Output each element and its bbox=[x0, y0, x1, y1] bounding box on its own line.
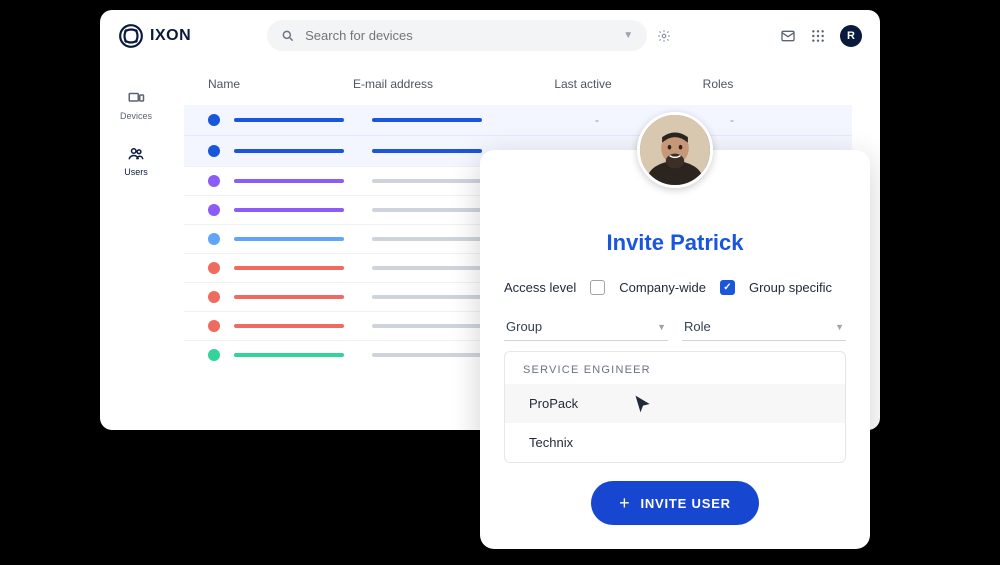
email-placeholder bbox=[372, 149, 482, 153]
email-placeholder bbox=[372, 208, 482, 212]
email-placeholder bbox=[372, 266, 482, 270]
brand-text: IXON bbox=[150, 27, 191, 45]
user-avatar[interactable]: R bbox=[840, 25, 862, 47]
email-placeholder bbox=[372, 353, 482, 357]
invite-button-label: INVITE USER bbox=[640, 496, 730, 511]
gear-icon[interactable] bbox=[657, 29, 671, 43]
name-placeholder bbox=[234, 118, 344, 122]
header-actions: R bbox=[780, 25, 862, 47]
chevron-down-icon: ▼ bbox=[657, 322, 666, 332]
header: IXON ▼ R bbox=[100, 10, 880, 61]
name-placeholder bbox=[234, 324, 344, 328]
sidebar-label: Devices bbox=[120, 111, 152, 121]
invite-button-wrap: + INVITE USER bbox=[504, 481, 846, 525]
apps-icon[interactable] bbox=[810, 28, 826, 44]
group-select-label: Group bbox=[506, 319, 542, 334]
email-placeholder bbox=[372, 324, 482, 328]
mail-icon[interactable] bbox=[780, 28, 796, 44]
status-dot bbox=[208, 233, 220, 245]
devices-icon bbox=[127, 89, 145, 107]
access-level-label: Access level bbox=[504, 280, 576, 295]
users-icon bbox=[127, 145, 145, 163]
sidebar-label: Users bbox=[124, 167, 148, 177]
search-icon bbox=[281, 29, 295, 43]
status-dot bbox=[208, 114, 220, 126]
col-email: E-mail address bbox=[353, 77, 508, 91]
search-input[interactable] bbox=[305, 28, 613, 43]
role-select[interactable]: Role ▼ bbox=[682, 313, 846, 341]
role-select-label: Role bbox=[684, 319, 711, 334]
company-wide-label: Company-wide bbox=[619, 280, 706, 295]
status-dot bbox=[208, 291, 220, 303]
name-placeholder bbox=[234, 237, 344, 241]
table-row[interactable]: -- bbox=[184, 105, 852, 135]
name-placeholder bbox=[234, 266, 344, 270]
col-roles: Roles bbox=[658, 77, 778, 91]
select-row: Group ▼ Role ▼ bbox=[504, 313, 846, 341]
dropdown-section: SERVICE ENGINEER bbox=[505, 352, 845, 384]
checkbox-company-wide[interactable] bbox=[590, 280, 605, 295]
sidebar-item-devices[interactable]: Devices bbox=[120, 89, 152, 121]
col-last-active: Last active bbox=[508, 77, 658, 91]
invitee-avatar bbox=[637, 112, 713, 188]
status-dot bbox=[208, 349, 220, 361]
email-placeholder bbox=[372, 295, 482, 299]
status-dot bbox=[208, 175, 220, 187]
email-placeholder bbox=[372, 237, 482, 241]
status-dot bbox=[208, 262, 220, 274]
checkbox-group-specific[interactable] bbox=[720, 280, 735, 295]
sidebar: Devices Users bbox=[100, 61, 172, 369]
name-placeholder bbox=[234, 208, 344, 212]
dropdown-item-technix[interactable]: Technix bbox=[505, 423, 845, 462]
name-placeholder bbox=[234, 179, 344, 183]
logo-icon bbox=[118, 23, 144, 49]
brand-logo[interactable]: IXON bbox=[118, 23, 191, 49]
dropdown-item-propack[interactable]: ProPack bbox=[505, 384, 845, 423]
name-placeholder bbox=[234, 149, 344, 153]
email-placeholder bbox=[372, 118, 482, 122]
invite-card: Invite Patrick Access level Company-wide… bbox=[480, 150, 870, 549]
table-header: Name E-mail address Last active Roles bbox=[184, 73, 852, 105]
access-level-row: Access level Company-wide Group specific bbox=[504, 280, 846, 295]
email-placeholder bbox=[372, 179, 482, 183]
invite-user-button[interactable]: + INVITE USER bbox=[591, 481, 759, 525]
invite-title: Invite Patrick bbox=[504, 230, 846, 256]
sidebar-item-users[interactable]: Users bbox=[124, 145, 148, 177]
chevron-down-icon: ▼ bbox=[835, 322, 844, 332]
group-select[interactable]: Group ▼ bbox=[504, 313, 668, 341]
search-bar[interactable]: ▼ bbox=[267, 20, 647, 51]
group-dropdown: SERVICE ENGINEER ProPack Technix bbox=[504, 351, 846, 463]
status-dot bbox=[208, 320, 220, 332]
chevron-down-icon[interactable]: ▼ bbox=[623, 30, 633, 41]
col-name: Name bbox=[208, 77, 353, 91]
name-placeholder bbox=[234, 353, 344, 357]
status-dot bbox=[208, 145, 220, 157]
plus-icon: + bbox=[619, 494, 630, 512]
group-specific-label: Group specific bbox=[749, 280, 832, 295]
name-placeholder bbox=[234, 295, 344, 299]
status-dot bbox=[208, 204, 220, 216]
